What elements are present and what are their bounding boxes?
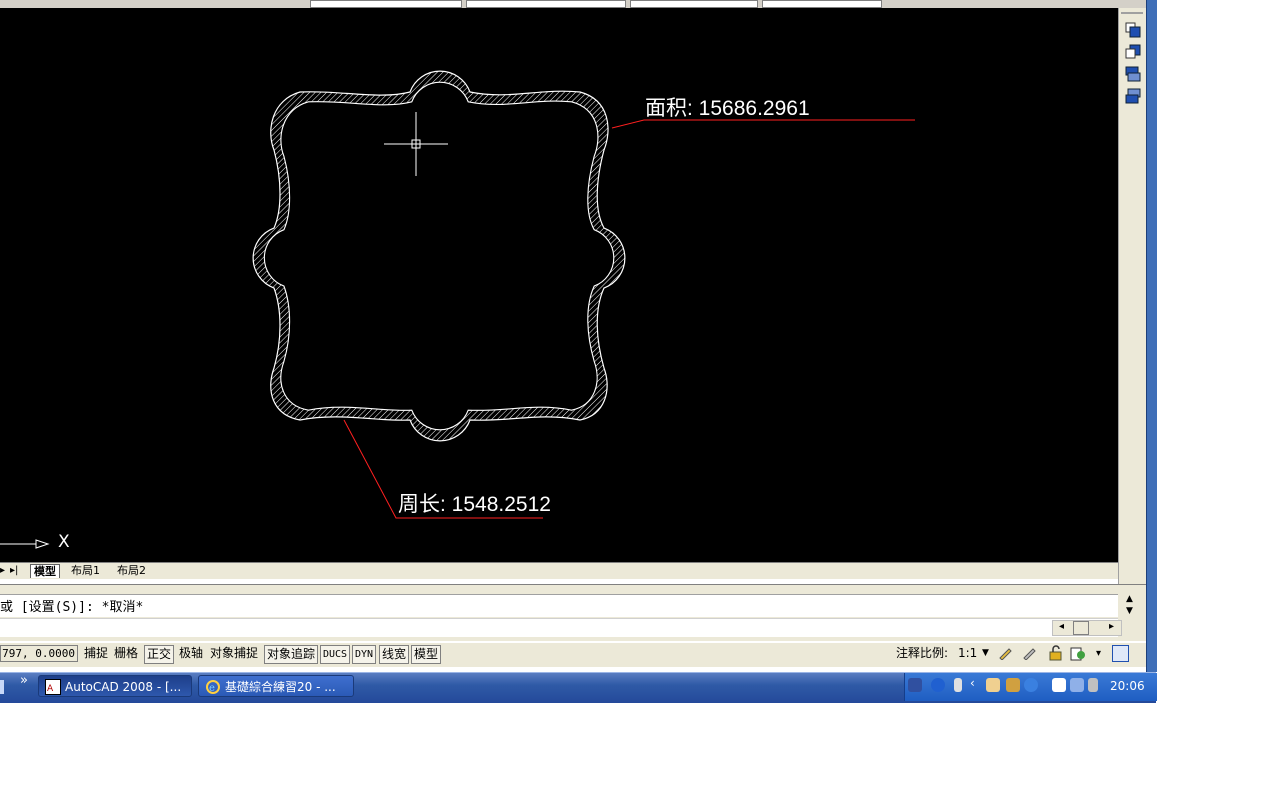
scroll-left-icon[interactable]: ◂ (1059, 621, 1064, 632)
clean-screen-icon[interactable] (1112, 645, 1129, 662)
draworder-above-icon[interactable] (1125, 66, 1141, 82)
tab-nav-last-icon[interactable]: ▸| (10, 565, 18, 576)
drawing-canvas[interactable]: 面积: 15686.2961 周长: 1548.2512 X (0, 8, 1118, 562)
perimeter-label: 周长 (398, 493, 440, 516)
taskbar-button-autocad-label: AutoCAD 2008 - [... (65, 680, 182, 694)
clipboard-icon[interactable] (1052, 678, 1066, 692)
scroll-thumb[interactable] (1073, 621, 1089, 635)
command-history (0, 594, 1118, 617)
ucs-icon (0, 539, 50, 549)
browser-icon: e (205, 679, 221, 695)
draworder-front-icon[interactable] (1125, 22, 1141, 38)
toggle-ducs[interactable]: DUCS (320, 645, 351, 664)
tab-nav-prev-icon[interactable]: ▸ (0, 565, 5, 576)
command-scrollbar[interactable]: ▲ ▼ (1122, 594, 1138, 618)
command-input[interactable] (0, 618, 1118, 637)
tab-layout1[interactable]: 布局1 (68, 564, 103, 577)
toggle-snap[interactable]: 捕捉 (82, 645, 110, 662)
tray-expand-icon[interactable]: ‹ (970, 676, 975, 690)
draworder-under-icon[interactable] (1125, 88, 1141, 104)
toolbar-grip[interactable] (1121, 12, 1143, 14)
toggle-polar[interactable]: 极轴 (177, 645, 205, 662)
tray-settings-icon[interactable] (1070, 645, 1086, 661)
auto-scale-icon[interactable] (1022, 646, 1036, 661)
lock-icon[interactable] (1048, 645, 1064, 661)
frame-inner-boundary (263, 81, 615, 431)
status-menu-icon[interactable]: ▾ (1094, 645, 1103, 662)
taskbar-button-browser-label: 基礎綜合練習20 - ... (225, 680, 336, 694)
volume-icon[interactable] (1088, 678, 1098, 692)
clock[interactable]: 20:06 (1110, 679, 1145, 693)
toggle-grid[interactable]: 栅格 (112, 645, 140, 662)
coordinate-readout[interactable]: 797, 0.0000 (0, 645, 78, 662)
quick-launch-chevron[interactable]: » (20, 673, 28, 688)
scroll-right-icon[interactable]: ▸ (1109, 621, 1114, 632)
ucs-x-label: X (58, 532, 70, 552)
linetype-dropdown[interactable] (630, 0, 758, 8)
perimeter-value: 1548.2512 (451, 493, 551, 516)
area-annotation: 面积: 15686.2961 (645, 97, 810, 120)
drawing-svg (0, 70, 915, 549)
annotation-scale-value[interactable]: 1:1 (956, 645, 979, 662)
perimeter-annotation: 周长: 1548.2512 (398, 493, 551, 516)
area-value: 15686.2961 (698, 97, 810, 120)
scroll-down-icon[interactable]: ▼ (1126, 606, 1133, 616)
draworder-back-icon[interactable] (1125, 44, 1141, 60)
network-icon[interactable] (954, 678, 962, 692)
svg-text:e: e (209, 683, 215, 694)
tab-model[interactable]: 模型 (30, 564, 60, 578)
svg-text:A: A (47, 684, 54, 694)
scroll-up-icon[interactable]: ▲ (1126, 594, 1133, 604)
window-frame-edge (1146, 0, 1157, 672)
toggle-osnap[interactable]: 对象捕捉 (208, 645, 260, 662)
input-method-icon[interactable] (908, 678, 922, 692)
security-shield-icon[interactable] (1024, 678, 1038, 692)
right-toolbar (1118, 8, 1147, 584)
toggle-lineweight[interactable]: 线宽 (379, 645, 410, 664)
toggle-model[interactable]: 模型 (411, 645, 442, 664)
toggle-dyn[interactable]: DYN (352, 645, 377, 664)
taskbar-button-browser[interactable]: e 基礎綜合練習20 - ... (198, 675, 354, 697)
autocad-icon: A (45, 679, 61, 695)
help-icon[interactable] (931, 678, 945, 692)
lineweight-dropdown[interactable] (762, 0, 882, 8)
color-dropdown[interactable] (466, 0, 626, 8)
horizontal-scrollbar[interactable]: ◂ ▸ (1052, 620, 1122, 636)
taskbar-button-autocad[interactable]: A AutoCAD 2008 - [... (38, 675, 192, 697)
display-icon[interactable] (1070, 678, 1084, 692)
layout-tab-bar: ▸ ▸| 模型 布局1 布局2 (0, 562, 1118, 579)
chevron-down-icon[interactable]: ▼ (980, 645, 991, 662)
annotation-scale-label: 注释比例: (896, 646, 949, 660)
update-icon[interactable] (1006, 678, 1020, 692)
toggle-ortho[interactable]: 正交 (144, 645, 175, 664)
layer-dropdown[interactable] (310, 0, 462, 8)
annotation-visibility-icon[interactable] (998, 646, 1012, 661)
tab-layout2[interactable]: 布局2 (114, 564, 149, 577)
command-history-text: 或 [设置(S)]: *取消* (0, 600, 144, 615)
toggle-otrack[interactable]: 对象追踪 (264, 645, 319, 664)
area-label: 面积 (645, 97, 687, 120)
messenger-icon[interactable] (986, 678, 1000, 692)
quick-launch-grip (0, 680, 4, 694)
